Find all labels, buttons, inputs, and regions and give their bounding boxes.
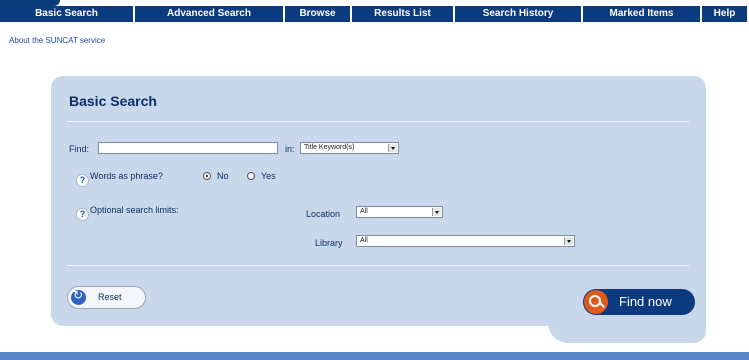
location-label: Location [306, 209, 341, 219]
reset-button[interactable]: Reset [67, 286, 146, 309]
dropdown-arrow-icon [564, 237, 573, 245]
phrase-no-label: No [217, 171, 229, 181]
search-field-select-value: Title Keyword(s) [304, 144, 355, 151]
library-select[interactable]: All [356, 235, 575, 247]
location-select-value: All [360, 208, 368, 215]
location-select[interactable]: All [356, 206, 443, 218]
nav-basic-search[interactable]: Basic Search [0, 6, 133, 22]
limits-label: Optional search limits: [90, 205, 179, 215]
top-header: Basic Search Advanced Search Browse Resu… [0, 0, 749, 27]
dropdown-arrow-icon [432, 208, 441, 216]
bottom-band [0, 352, 749, 360]
phrase-label: Words as phrase? [90, 171, 163, 181]
divider-bottom [67, 265, 689, 266]
library-label: Library [315, 238, 343, 248]
phrase-yes-radio[interactable] [247, 172, 255, 180]
reset-label: Reset [98, 292, 122, 302]
phrase-yes-label: Yes [261, 171, 276, 181]
reset-icon [71, 288, 86, 305]
search-icon-lens [589, 295, 601, 307]
find-input[interactable] [98, 142, 278, 154]
search-field-select[interactable]: Title Keyword(s) [300, 142, 399, 154]
find-now-button[interactable]: Find now [583, 289, 695, 315]
phrase-no-radio[interactable] [203, 172, 211, 180]
dropdown-arrow-icon [388, 144, 397, 152]
help-icon[interactable]: ? [76, 208, 89, 221]
search-icon [584, 290, 608, 314]
find-label: Find: [69, 144, 90, 154]
about-suncat-link[interactable]: About the SUNCAT service [9, 36, 105, 45]
main-nav: Basic Search Advanced Search Browse Resu… [0, 6, 749, 22]
nav-advanced-search[interactable]: Advanced Search [135, 6, 283, 22]
divider-top [67, 121, 689, 122]
search-icon-handle [599, 302, 605, 308]
nav-help[interactable]: Help [702, 6, 747, 22]
nav-search-history[interactable]: Search History [455, 6, 581, 22]
help-icon[interactable]: ? [76, 174, 89, 187]
panel-title: Basic Search [69, 93, 157, 109]
nav-browse[interactable]: Browse [285, 6, 350, 22]
nav-marked-items[interactable]: Marked Items [583, 6, 700, 22]
in-label: in: [285, 144, 295, 154]
library-select-value: All [360, 237, 368, 244]
nav-results-list[interactable]: Results List [352, 6, 453, 22]
find-now-label: Find now [619, 294, 672, 309]
